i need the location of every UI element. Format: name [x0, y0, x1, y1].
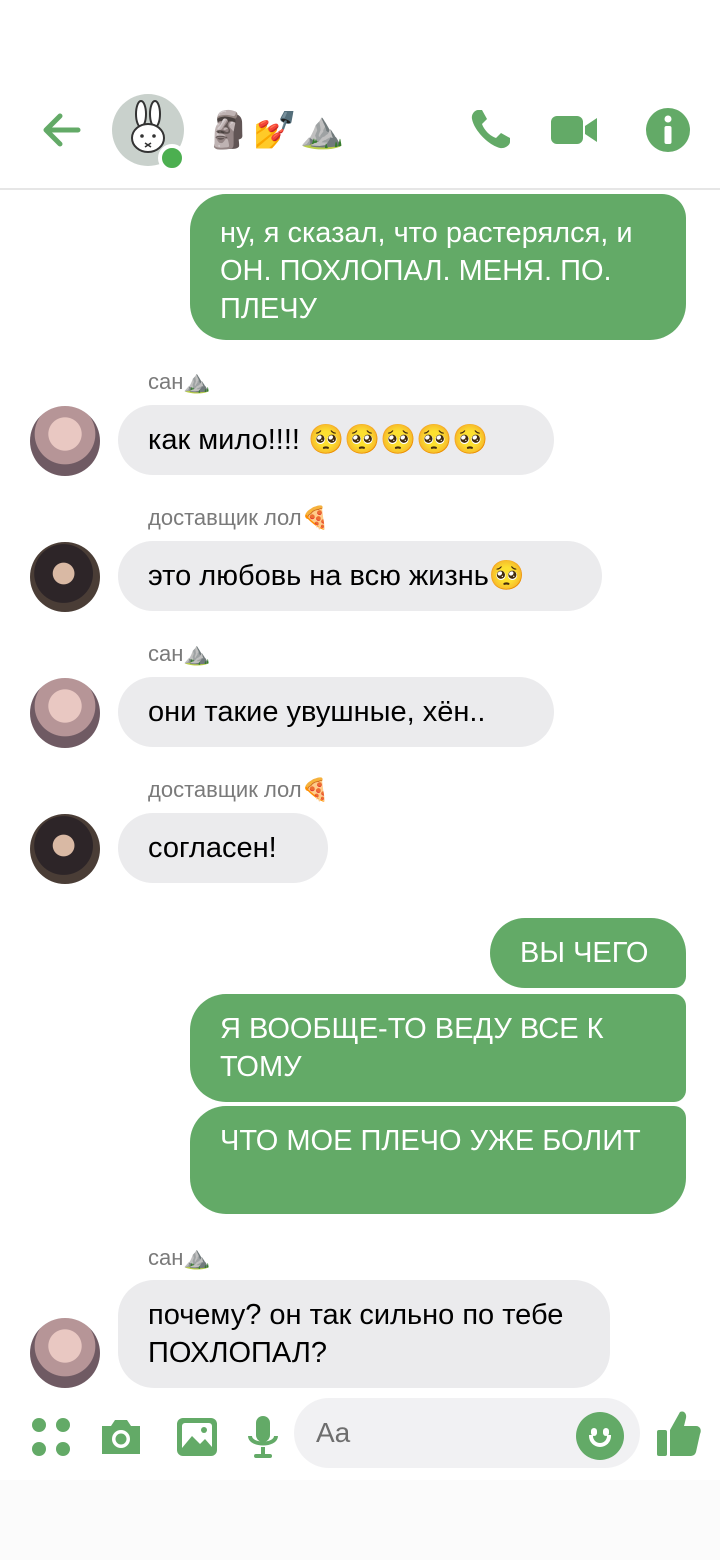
camera-icon[interactable]: [98, 1414, 144, 1460]
message-text: Я ВООБЩЕ-ТО ВЕДУ ВСЕ К ТОМУ: [220, 1013, 604, 1083]
phone-icon[interactable]: [466, 106, 514, 154]
microphone-icon[interactable]: [240, 1414, 286, 1460]
message-text: ВЫ ЧЕГО: [520, 937, 649, 969]
message-bubble-outgoing[interactable]: ЧТО МОЕ ПЛЕЧО УЖЕ БОЛИТ: [190, 1106, 686, 1214]
avatar[interactable]: [30, 542, 100, 612]
message-text: почему? он так сильно по тебе ПОХЛОПАЛ?: [148, 1299, 564, 1369]
message-text: ну, я сказал, что растерялся, и ОН. ПОХЛ…: [220, 217, 633, 325]
avatar[interactable]: [30, 1318, 100, 1388]
chat-title[interactable]: 🗿💅⛰️: [206, 108, 346, 152]
message-bubble-incoming[interactable]: как мило!!!! 🥺🥺🥺🥺🥺: [118, 405, 554, 475]
message-bubble-outgoing[interactable]: ВЫ ЧЕГО: [490, 918, 686, 988]
message-bubble-outgoing[interactable]: ну, я сказал, что растерялся, и ОН. ПОХЛ…: [190, 194, 686, 340]
thumbs-up-icon[interactable]: [656, 1408, 702, 1458]
chat-header: 🗿💅⛰️: [0, 0, 720, 190]
message-text: это любовь на всю жизнь🥺: [148, 560, 525, 592]
sender-name: сан⛰️: [148, 1245, 211, 1270]
message-text: они такие увушные, хён..: [148, 696, 486, 728]
sender-name: доставщик лол🍕: [148, 505, 330, 530]
message-text: ЧТО МОЕ ПЛЕЧО УЖЕ БОЛИТ: [220, 1125, 641, 1157]
video-camera-icon[interactable]: [550, 106, 598, 154]
avatar[interactable]: [30, 814, 100, 884]
system-bottom-bar: [0, 1480, 720, 1560]
image-icon[interactable]: [174, 1414, 220, 1460]
sender-name: доставщик лол🍕: [148, 777, 330, 802]
sender-name: сан⛰️: [148, 369, 211, 394]
message-bubble-incoming[interactable]: они такие увушные, хён..: [118, 677, 554, 747]
message-bubble-incoming[interactable]: согласен!: [118, 813, 328, 883]
avatar[interactable]: [30, 678, 100, 748]
avatar[interactable]: [30, 406, 100, 476]
apps-grid-icon[interactable]: [28, 1414, 74, 1460]
message-bubble-incoming[interactable]: это любовь на всю жизнь🥺: [118, 541, 602, 611]
message-composer: [0, 1396, 720, 1480]
message-list[interactable]: ну, я сказал, что растерялся, и ОН. ПОХЛ…: [0, 192, 720, 1392]
message-text: согласен!: [148, 832, 277, 864]
message-bubble-incoming[interactable]: почему? он так сильно по тебе ПОХЛОПАЛ?: [118, 1280, 610, 1388]
sender-name: сан⛰️: [148, 641, 211, 666]
online-status-dot: [158, 144, 186, 172]
message-text: как мило!!!! 🥺🥺🥺🥺🥺: [148, 424, 489, 456]
message-input[interactable]: [316, 1414, 566, 1452]
arrow-left-icon[interactable]: [38, 106, 86, 154]
info-icon[interactable]: [644, 106, 692, 154]
message-bubble-outgoing[interactable]: Я ВООБЩЕ-ТО ВЕДУ ВСЕ К ТОМУ: [190, 994, 686, 1102]
smiley-icon[interactable]: [576, 1412, 624, 1460]
